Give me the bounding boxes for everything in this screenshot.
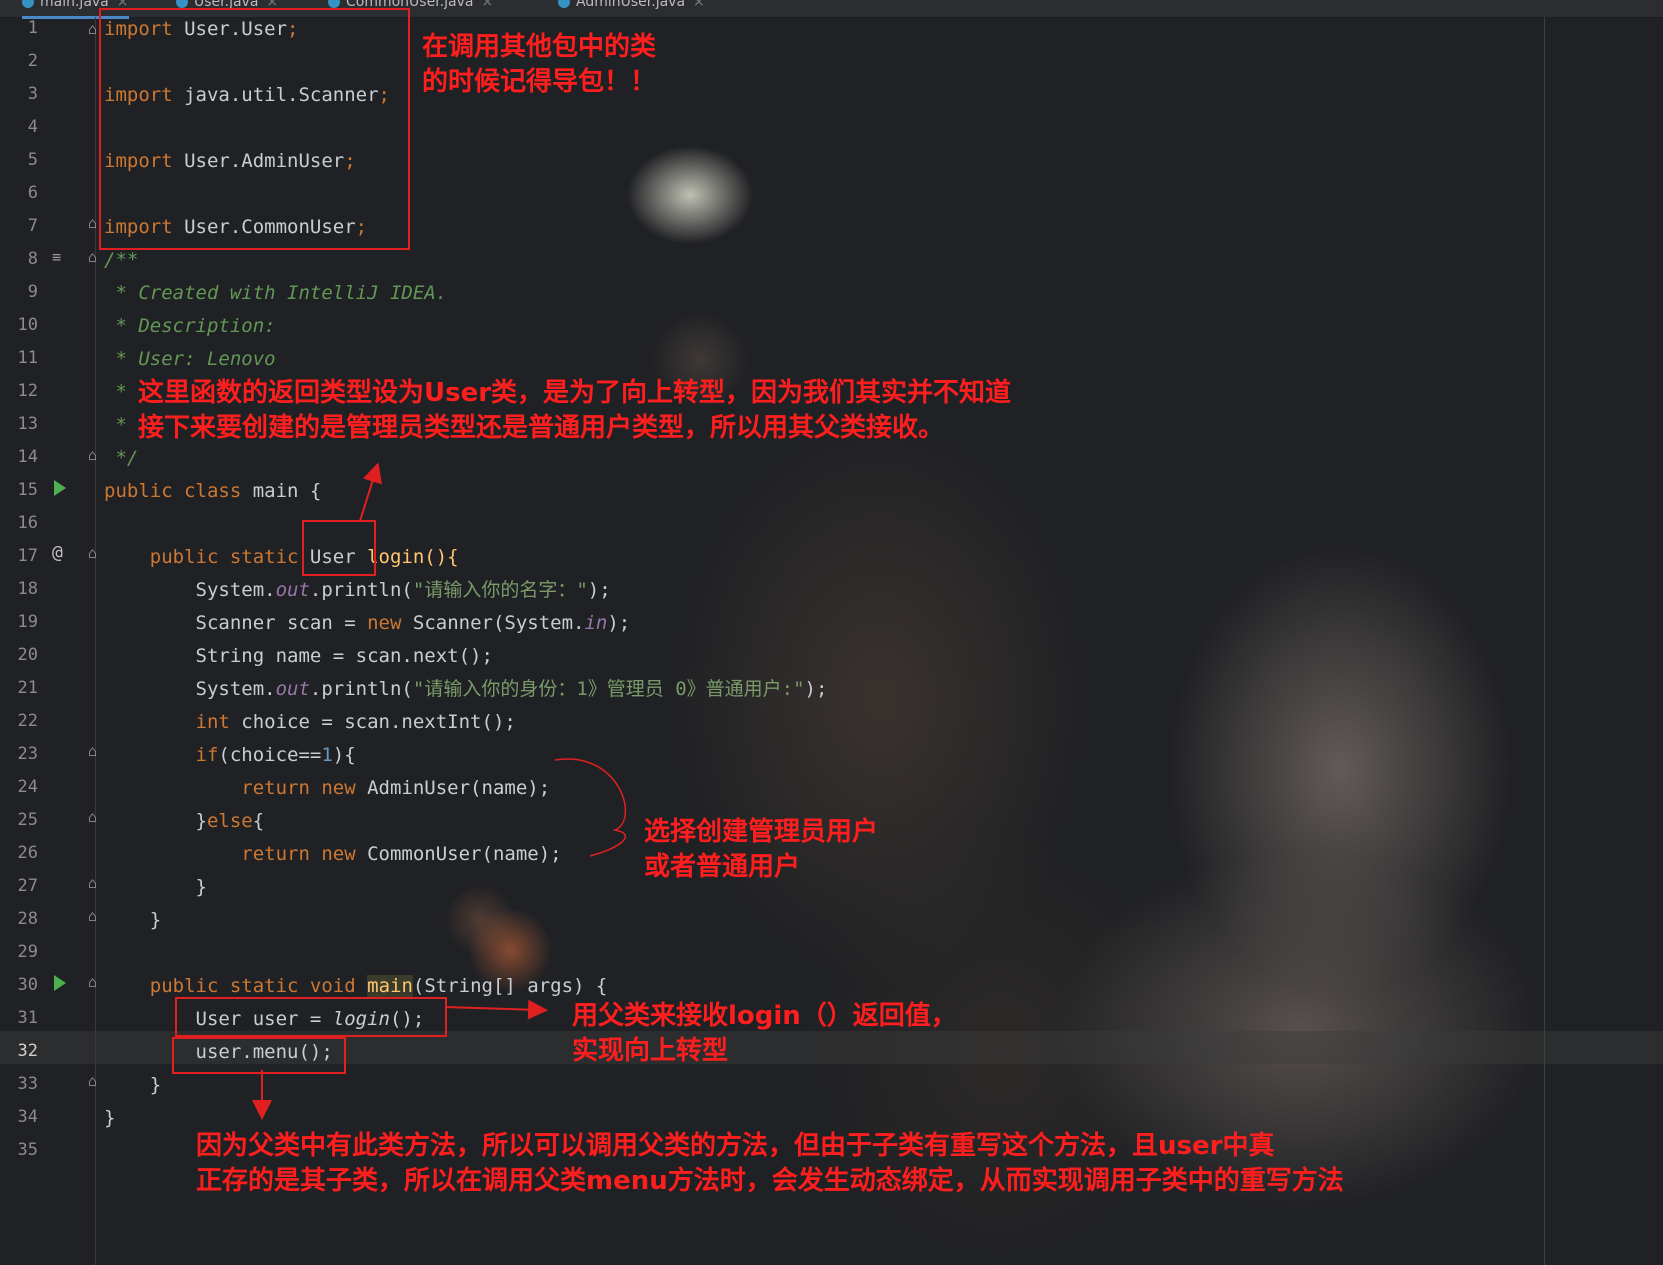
annotation-arrows [252, 462, 627, 1120]
upcast-note: 用父类来接收login（）返回值， 实现向上转型 [572, 1001, 957, 1066]
dynamic-binding-note: 因为父类中有此类方法，所以可以调用父类的方法，但由于子类有重写这个方法，且use… [196, 1131, 1344, 1196]
return-type-note: 这里函数的返回类型设为User类，是为了向上转型，因为我们其实并不知道 接下来要… [138, 378, 1012, 443]
choice-note: 选择创建管理员用户 或者普通用户 [644, 817, 879, 882]
imports-note: 在调用其他包中的类 的时候记得导包！！ [422, 32, 657, 97]
